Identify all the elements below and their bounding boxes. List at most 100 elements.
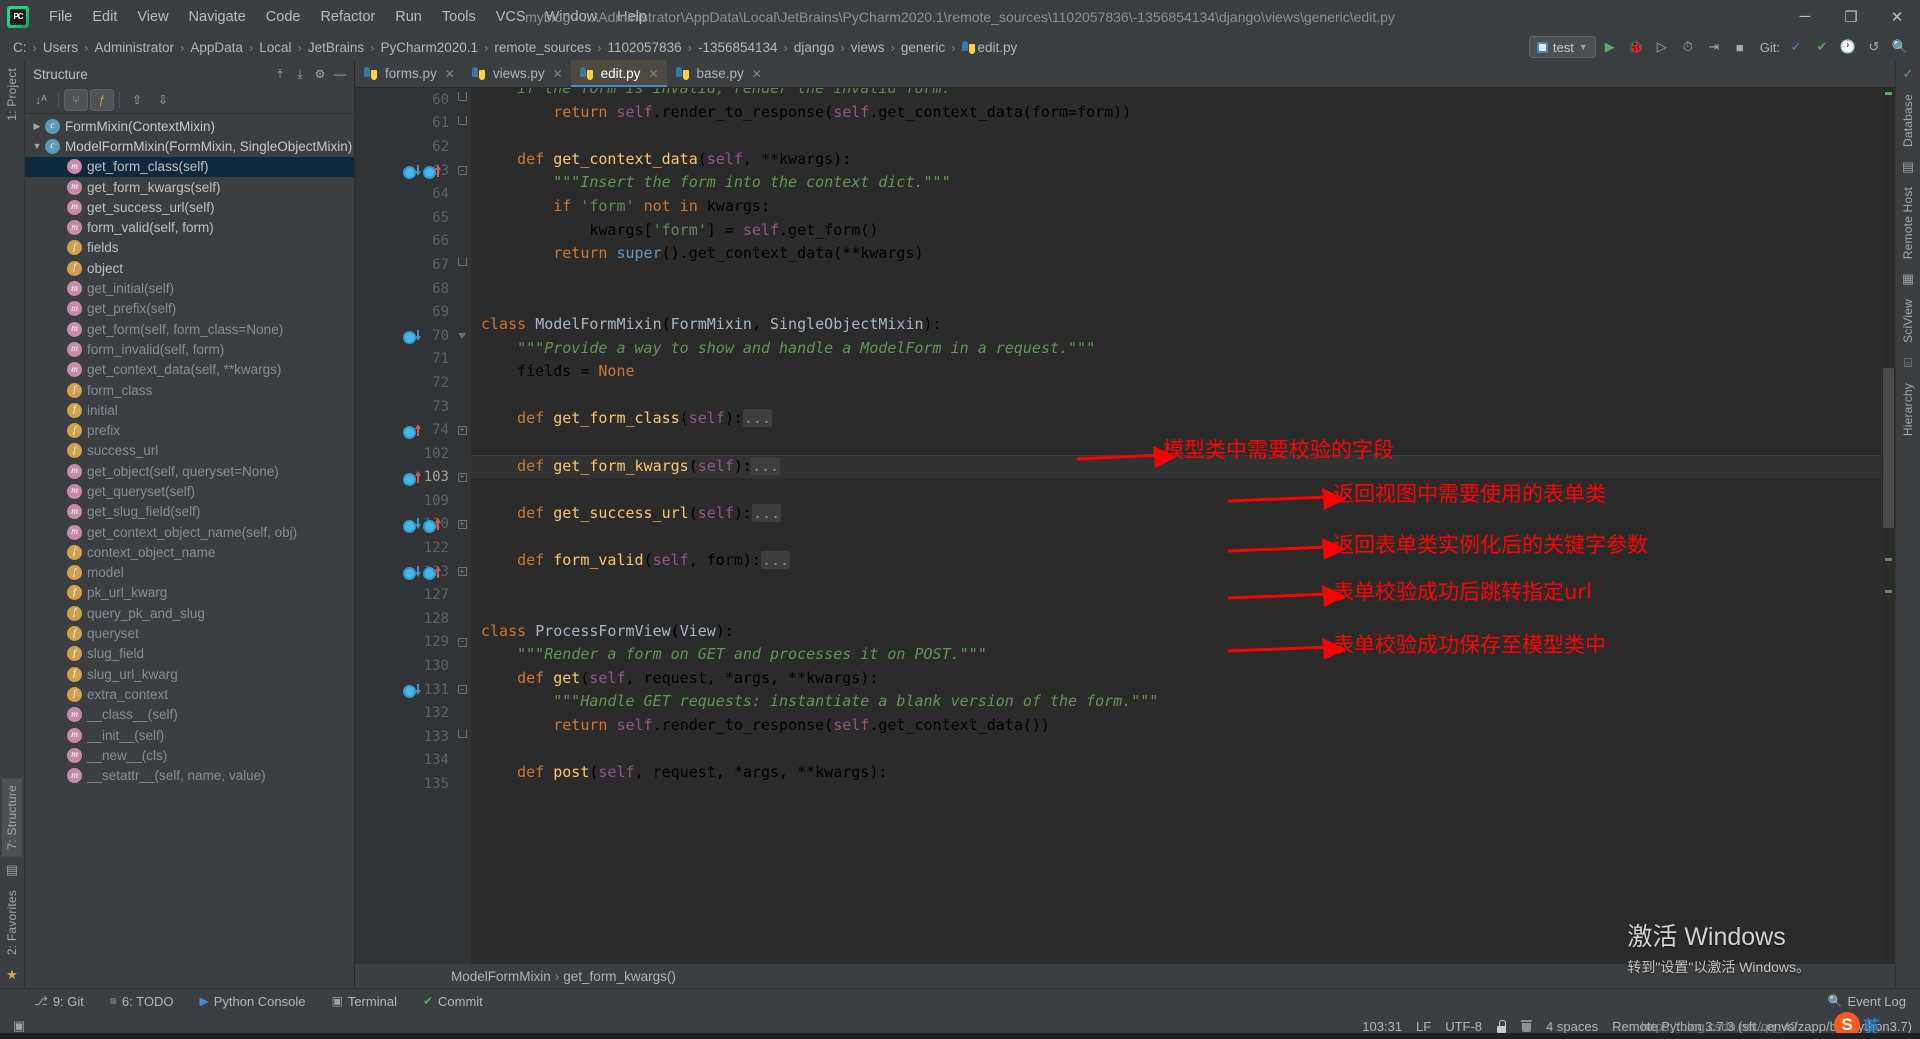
- menu-tools[interactable]: Tools: [432, 6, 486, 28]
- overriding-method-icon[interactable]: [403, 684, 416, 699]
- fold-region[interactable]: [453, 182, 471, 206]
- structure-node[interactable]: m __new__(cls): [25, 745, 354, 765]
- hide-panel-icon[interactable]: —: [330, 64, 350, 84]
- debug-button[interactable]: 🐞: [1624, 36, 1648, 58]
- menu-window[interactable]: Window: [536, 6, 608, 28]
- structure-node[interactable]: m get_slug_field(self): [25, 502, 354, 522]
- code-line[interactable]: fields = None: [471, 360, 1881, 384]
- fold-region[interactable]: [453, 442, 471, 466]
- run-coverage-button[interactable]: ▷: [1650, 36, 1674, 58]
- scroll-from-source-icon[interactable]: ⇧: [125, 89, 149, 111]
- tree-toggle-icon[interactable]: ▼: [29, 141, 45, 151]
- fold-region[interactable]: +: [453, 418, 471, 442]
- breadcrumb-views[interactable]: views: [846, 39, 890, 56]
- menu-run[interactable]: Run: [385, 6, 432, 28]
- breadcrumb-jetbrains[interactable]: JetBrains: [303, 39, 369, 56]
- code-line[interactable]: [471, 478, 1881, 502]
- close-tab-icon[interactable]: ✕: [752, 67, 762, 81]
- structure-node[interactable]: m get_form_class(self): [25, 156, 354, 177]
- sidebar-item-sciview[interactable]: SciView: [1898, 292, 1918, 350]
- menu-refactor[interactable]: Refactor: [310, 6, 385, 28]
- fold-region[interactable]: [453, 135, 471, 159]
- code-line[interactable]: def post(self, request, *args, **kwargs)…: [471, 761, 1881, 785]
- structure-node[interactable]: m get_object(self, queryset=None): [25, 461, 354, 481]
- git-update-icon[interactable]: ✓: [1784, 36, 1808, 58]
- code-editor[interactable]: 60 61 62 63 64 65 66 67 68 69 70 71 72 73 74 102 103 109 1…: [355, 88, 1895, 964]
- breadcrumb-method[interactable]: get_form_kwargs(): [563, 969, 676, 984]
- code-line[interactable]: [471, 266, 1881, 290]
- fold-region[interactable]: [453, 371, 471, 395]
- code-line[interactable]: """Insert the form into the context dict…: [471, 171, 1881, 195]
- fold-expand-icon[interactable]: +: [457, 472, 467, 482]
- error-stripe-marker-bar[interactable]: [1881, 88, 1895, 964]
- hierarchy-icon[interactable]: ⌸: [1904, 350, 1912, 376]
- breadcrumb-file[interactable]: edit.py: [957, 39, 1023, 56]
- code-line[interactable]: if 'form' not in kwargs:: [471, 195, 1881, 219]
- close-tab-icon[interactable]: ✕: [553, 67, 563, 81]
- tree-toggle-icon[interactable]: ▶: [29, 121, 45, 132]
- gear-icon[interactable]: ⚙: [310, 64, 330, 84]
- structure-node[interactable]: f model: [25, 563, 354, 583]
- fold-region[interactable]: [453, 607, 471, 631]
- structure-node[interactable]: m get_form_kwargs(self): [25, 177, 354, 197]
- code-content[interactable]: if the form is invalid, render the inval…: [471, 88, 1881, 964]
- show-inherited-icon[interactable]: ⑂: [64, 89, 88, 111]
- code-folding-column[interactable]: − + + + + − −: [453, 88, 471, 964]
- fold-collapse-icon[interactable]: −: [457, 685, 467, 695]
- structure-node[interactable]: f slug_field: [25, 644, 354, 664]
- editor-scrollbar-thumb[interactable]: [1883, 368, 1894, 528]
- fold-region[interactable]: −: [453, 631, 471, 655]
- code-line[interactable]: [471, 431, 1881, 455]
- code-line[interactable]: [471, 738, 1881, 762]
- structure-node[interactable]: f slug_url_kwarg: [25, 664, 354, 684]
- breadcrumb-remote-sources[interactable]: remote_sources: [489, 39, 596, 56]
- code-line[interactable]: [471, 384, 1881, 408]
- trash-icon[interactable]: [1521, 1019, 1533, 1033]
- sidebar-item-project[interactable]: 1: Project: [2, 61, 22, 128]
- structure-node[interactable]: f success_url: [25, 441, 354, 461]
- editor-tab[interactable]: forms.py ✕: [355, 60, 463, 87]
- indent-setting[interactable]: 4 spaces: [1546, 1019, 1598, 1034]
- structure-node[interactable]: f pk_url_kwarg: [25, 583, 354, 603]
- fold-region[interactable]: [453, 654, 471, 678]
- structure-node[interactable]: m form_invalid(self, form): [25, 339, 354, 359]
- menu-code[interactable]: Code: [256, 6, 311, 28]
- code-line[interactable]: def get(self, request, *args, **kwargs):: [471, 667, 1881, 691]
- tool-event-log[interactable]: 🔍 Event Log: [1824, 992, 1911, 1011]
- code-line[interactable]: kwargs['form'] = self.get_form(): [471, 219, 1881, 243]
- fold-region[interactable]: [453, 583, 471, 607]
- fold-region[interactable]: [453, 230, 471, 254]
- code-line[interactable]: [471, 289, 1881, 313]
- code-line[interactable]: """Handle GET requests: instantiate a bl…: [471, 690, 1881, 714]
- structure-node[interactable]: f prefix: [25, 420, 354, 440]
- fold-region[interactable]: +: [453, 466, 471, 490]
- fold-region-end-icon[interactable]: [458, 332, 466, 339]
- breadcrumb-appdata[interactable]: AppData: [185, 39, 248, 56]
- code-line[interactable]: def get_form_class(self):...: [471, 407, 1881, 431]
- implementing-method-icon[interactable]: [423, 165, 436, 180]
- fold-region[interactable]: [453, 725, 471, 749]
- line-separator[interactable]: LF: [1416, 1019, 1431, 1034]
- fold-region[interactable]: [453, 348, 471, 372]
- structure-node[interactable]: f initial: [25, 400, 354, 420]
- fold-region[interactable]: [453, 253, 471, 277]
- sidebar-item-remote-host[interactable]: Remote Host: [1898, 180, 1918, 266]
- sidebar-item-hierarchy[interactable]: Hierarchy: [1898, 376, 1918, 443]
- overriding-method-icon[interactable]: [403, 330, 416, 345]
- fold-region[interactable]: −: [453, 678, 471, 702]
- breadcrumb-administrator[interactable]: Administrator: [89, 39, 179, 56]
- fold-region[interactable]: [453, 749, 471, 773]
- menu-file[interactable]: File: [39, 6, 82, 28]
- tool-terminal[interactable]: ▣ Terminal: [327, 992, 400, 1011]
- editor-tab[interactable]: views.py ✕: [463, 60, 571, 87]
- code-line[interactable]: if the form is invalid, render the inval…: [471, 88, 1881, 101]
- fold-expand-icon[interactable]: +: [457, 425, 467, 435]
- gutter-marker[interactable]: [403, 683, 422, 699]
- run-configuration-selector[interactable]: test ▼: [1528, 36, 1596, 58]
- structure-node[interactable]: f object: [25, 258, 354, 278]
- stop-button[interactable]: ■: [1728, 36, 1752, 58]
- git-commit-icon[interactable]: ✔: [1810, 36, 1834, 58]
- breadcrumb-django[interactable]: django: [789, 39, 840, 56]
- fold-region[interactable]: [453, 112, 471, 136]
- code-line[interactable]: [471, 572, 1881, 596]
